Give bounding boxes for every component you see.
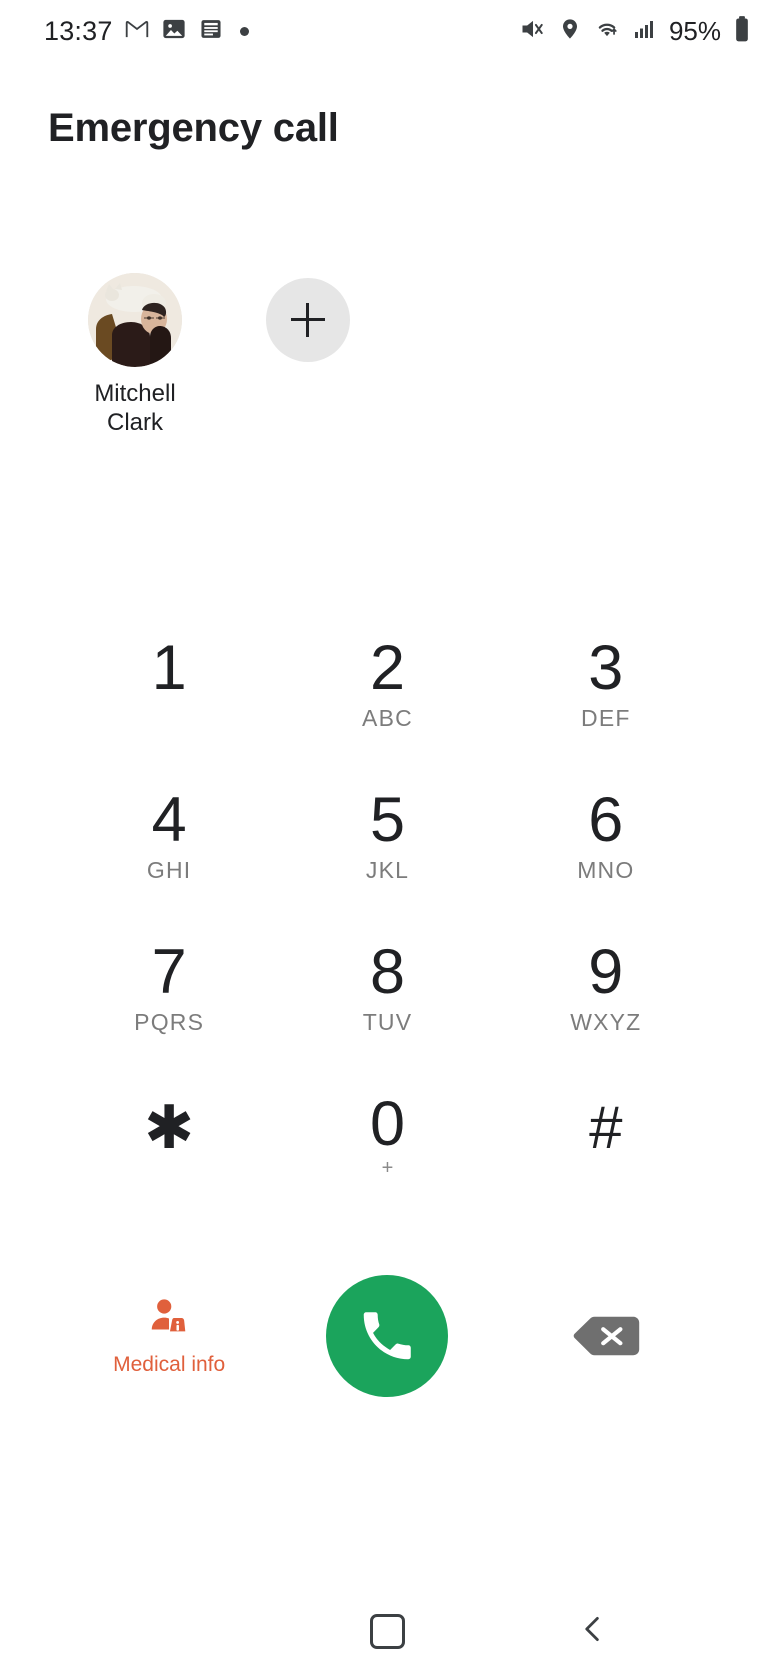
key-letters: DEF [581,705,631,731]
call-button-cell [278,1275,496,1397]
wifi-icon [593,16,621,47]
key-5[interactable]: 5 JKL [278,785,496,937]
status-bar: 13:37 95% [0,0,775,62]
backspace-button-cell [497,1312,715,1360]
key-digit: 4 [151,785,187,855]
medical-info-label: Medical info [113,1353,226,1376]
backspace-icon [573,1316,640,1356]
medical-info-button[interactable]: Medical info [60,1295,278,1377]
add-contact-button[interactable] [266,278,350,362]
emergency-contacts-row: Mitchell Clark [0,273,775,437]
key-7[interactable]: 7 PQRS [60,937,278,1089]
key-digit: 8 [369,937,406,1007]
key-digit: ✱ [144,1094,195,1161]
key-digit: 5 [369,785,406,855]
medical-info-icon [146,1295,192,1346]
key-letters: WXYZ [570,1009,642,1035]
key-digit: 3 [588,633,624,703]
emergency-contact-item[interactable]: Mitchell Clark [60,273,210,437]
mute-icon [519,15,547,48]
key-hash[interactable]: # [497,1089,715,1241]
status-bar-left: 13:37 [44,16,249,47]
plus-icon [291,303,325,337]
dial-keypad: 1 2 ABC 3 DEF 4 GHI 5 JKL 6 MNO 7 PQRS 8… [0,633,775,1241]
key-1[interactable]: 1 [60,633,278,785]
back-button[interactable] [490,1612,695,1651]
key-2[interactable]: 2 ABC [278,633,496,785]
contact-photo-icon [88,273,182,367]
cellular-signal-icon [632,17,656,46]
key-letters: MNO [577,857,635,883]
key-digit: 0 [369,1089,406,1159]
key-6[interactable]: 6 MNO [497,785,715,937]
avatar[interactable] [88,273,182,367]
key-3[interactable]: 3 DEF [497,633,715,785]
key-4[interactable]: 4 GHI [60,785,278,937]
page-title: Emergency call [48,106,339,150]
key-letters: ABC [362,705,413,731]
backspace-button[interactable] [572,1312,640,1360]
key-digit: 2 [369,633,406,703]
key-star[interactable]: ✱ [60,1089,278,1241]
home-icon [370,1613,405,1649]
phone-icon [364,1312,412,1360]
dialer-actions-row: Medical info [0,1261,775,1411]
status-bar-clock: 13:37 [44,15,113,46]
key-digit: 7 [151,937,187,1007]
key-digit: 9 [588,937,624,1007]
key-letters: TUV [362,1009,413,1035]
key-digit: 6 [588,785,624,855]
key-plus-label: + [381,1157,394,1179]
contact-name: Mitchell Clark [94,380,176,436]
key-9[interactable]: 9 WXYZ [497,937,715,1089]
key-letters: GHI [146,857,192,883]
photos-icon [161,16,187,47]
key-digit: 1 [151,633,187,703]
key-letters: PQRS [134,1009,205,1035]
back-chevron-icon [578,1612,608,1651]
news-article-icon [198,16,224,47]
key-digit: # [589,1094,623,1161]
battery-percent-label: 95% [668,15,721,46]
key-0[interactable]: 0 + [278,1089,496,1241]
notification-dot-icon [239,26,249,36]
key-8[interactable]: 8 TUV [278,937,496,1089]
battery-icon [733,15,751,48]
gmail-icon [124,16,150,47]
status-bar-right: 95% [519,15,751,48]
home-button[interactable] [285,1613,490,1649]
location-pin-icon [558,16,582,47]
call-button[interactable] [326,1275,449,1397]
key-letters: JKL [365,857,410,883]
system-navigation-bar [0,1583,775,1679]
